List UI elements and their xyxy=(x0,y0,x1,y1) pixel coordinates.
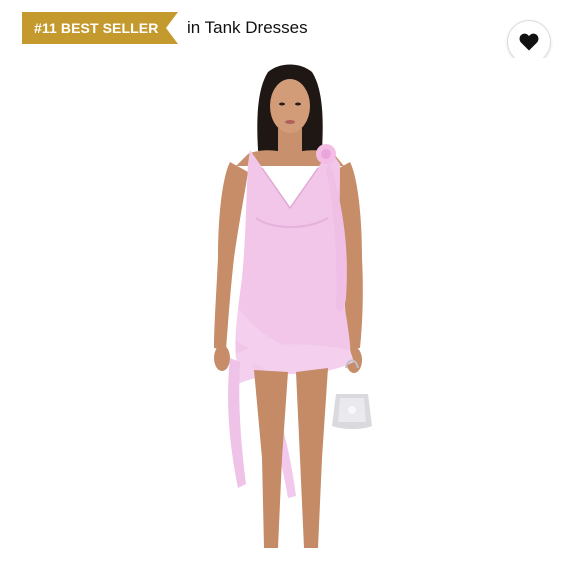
heart-icon xyxy=(519,33,539,51)
product-card: #11 BEST SELLER in Tank Dresses xyxy=(0,0,580,580)
model-illustration xyxy=(214,64,372,548)
best-seller-badge: #11 BEST SELLER xyxy=(22,12,178,44)
category-label[interactable]: in Tank Dresses xyxy=(187,18,308,38)
best-seller-label: #11 BEST SELLER xyxy=(34,20,159,36)
product-image[interactable] xyxy=(0,58,580,580)
